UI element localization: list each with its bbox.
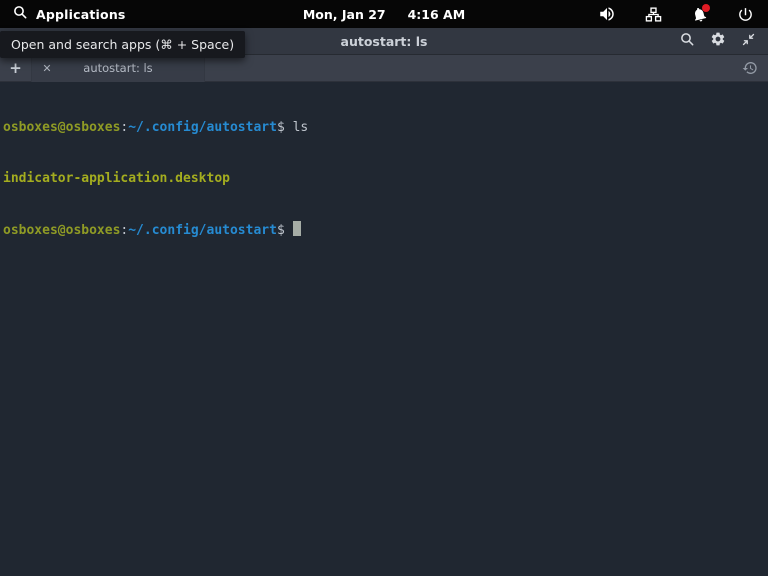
compress-icon[interactable] (741, 32, 756, 51)
power-icon[interactable] (736, 5, 754, 23)
prompt-user: osboxes@osboxes (3, 120, 121, 135)
terminal-line: osboxes@osboxes:~/.config/autostart$ ls (3, 119, 768, 136)
prompt-user: osboxes@osboxes (3, 223, 121, 238)
terminal-cursor (292, 221, 301, 236)
applications-label: Applications (36, 6, 126, 22)
titlebar-actions (679, 31, 768, 51)
ls-output: indicator-application.desktop (3, 171, 230, 186)
terminal-line: osboxes@osboxes:~/.config/autostart$ (3, 221, 768, 239)
history-icon[interactable] (742, 60, 768, 76)
volume-icon[interactable] (598, 5, 616, 23)
prompt-path: ~/.config/autostart (128, 120, 277, 135)
tab-bar: + ✕ autostart: ls (0, 54, 768, 82)
terminal-line: indicator-application.desktop (3, 170, 768, 187)
applications-menu-button[interactable]: Applications (0, 4, 126, 24)
command-text: ls (292, 120, 309, 135)
applications-tooltip: Open and search apps (⌘ + Space) (0, 31, 246, 58)
prompt-symbol: $ (276, 223, 293, 238)
system-tray (598, 4, 768, 23)
tab-label: autostart: ls (83, 61, 153, 75)
notifications-icon[interactable] (690, 4, 710, 23)
desktop-screen: Applications Mon, Jan 27 4:16 AM autosta… (0, 0, 768, 576)
panel-time: 4:16 AM (407, 6, 466, 22)
gear-icon[interactable] (710, 31, 726, 51)
prompt-symbol: $ (276, 120, 293, 135)
new-tab-button[interactable]: + (0, 54, 32, 82)
terminal-output[interactable]: osboxes@osboxes:~/.config/autostart$ ls … (0, 82, 768, 576)
search-icon (12, 4, 28, 24)
search-icon[interactable] (679, 31, 695, 51)
network-icon[interactable] (644, 5, 662, 23)
tab-autostart[interactable]: ✕ autostart: ls (32, 54, 205, 82)
panel-date: Mon, Jan 27 (302, 6, 386, 22)
top-panel: Applications Mon, Jan 27 4:16 AM (0, 0, 768, 28)
notification-badge (702, 4, 710, 12)
prompt-path: ~/.config/autostart (128, 223, 277, 238)
